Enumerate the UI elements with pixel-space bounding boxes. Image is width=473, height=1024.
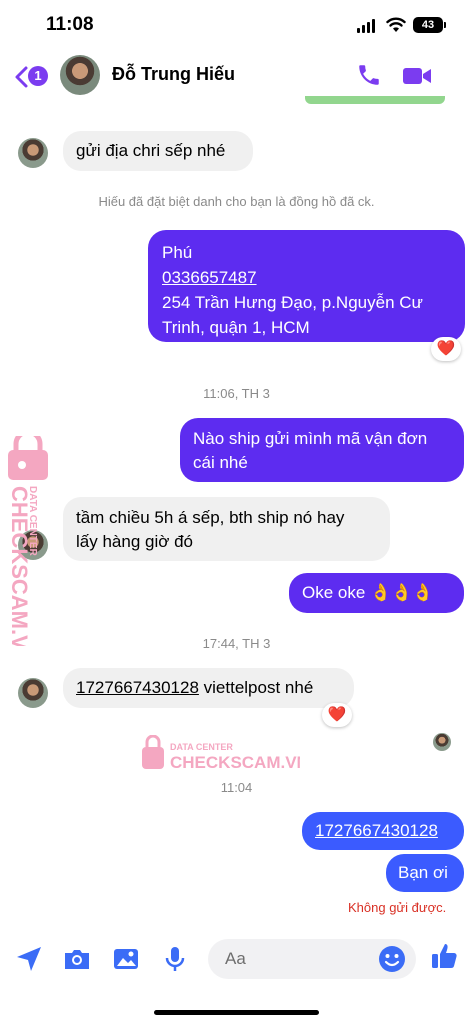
- contact-avatar[interactable]: [60, 55, 100, 95]
- message-bubble-incoming[interactable]: tầm chiều 5h á sếp, bth ship nó hay lấy …: [63, 497, 390, 561]
- sender-avatar[interactable]: [18, 678, 48, 708]
- tracking-code-link[interactable]: 1727667430128: [315, 821, 438, 840]
- message-input-placeholder: Aa: [225, 949, 246, 968]
- timestamp: 11:04: [220, 780, 253, 795]
- checkscam-watermark-center: DATA CENTER CHECKSCAM.VN: [142, 735, 300, 772]
- microphone-icon[interactable]: [160, 944, 190, 974]
- address-phone-link[interactable]: 0336657487: [162, 265, 451, 290]
- svg-text:CHECKSCAM.VN: CHECKSCAM.VN: [170, 753, 300, 772]
- camera-icon[interactable]: [62, 944, 92, 974]
- location-arrow-icon[interactable]: [14, 944, 44, 974]
- home-indicator: [154, 1010, 319, 1015]
- svg-text:DATA CENTER: DATA CENTER: [27, 486, 38, 557]
- address-name: Phú: [162, 243, 193, 262]
- message-bubble-outgoing[interactable]: Nào ship gửi mình mã vận đơn cái nhé: [180, 418, 464, 482]
- heart-reaction[interactable]: ❤️: [431, 337, 461, 361]
- timestamp: 17:44, TH 3: [202, 636, 271, 651]
- message-text: viettelpost nhé: [198, 678, 314, 697]
- message-bubble-outgoing[interactable]: Phú 0336657487 254 Trần Hưng Đạo, p.Nguy…: [148, 230, 465, 342]
- heart-reaction[interactable]: ❤️: [322, 703, 352, 727]
- tracking-code-link[interactable]: 1727667430128: [76, 678, 199, 697]
- message-line: lấy hàng giờ đó: [76, 532, 194, 551]
- message-bubble-incoming[interactable]: 1727667430128 viettelpost nhé: [63, 668, 354, 708]
- system-note: Hiếu đã đặt biệt danh cho bạn là đồng hồ…: [98, 194, 375, 209]
- sender-avatar[interactable]: [18, 138, 48, 168]
- message-line: tầm chiều 5h á sếp, bth ship nó hay: [76, 508, 345, 527]
- gallery-icon[interactable]: [111, 944, 141, 974]
- message-bubble-incoming[interactable]: gửi địa chri sếp nhé: [63, 131, 253, 171]
- message-bubble-outgoing[interactable]: 1727667430128: [302, 812, 464, 850]
- video-camera-icon[interactable]: [402, 65, 432, 87]
- status-time: 11:08: [46, 14, 94, 35]
- phone-icon[interactable]: [356, 62, 382, 88]
- read-receipt-avatar: [433, 733, 451, 751]
- thumbs-up-icon[interactable]: [429, 941, 459, 971]
- message-bubble-outgoing[interactable]: Oke oke 👌👌👌: [289, 573, 464, 613]
- checkscam-watermark-logo: CHECKSCAM.VN DATA CENTER: [7, 436, 48, 646]
- header-decoration: [305, 96, 445, 104]
- message-bubble-outgoing[interactable]: Bạn ơi: [386, 854, 464, 892]
- message-line: cái nhé: [193, 453, 248, 472]
- address-district: Trinh, quận 1, HCM: [162, 318, 310, 337]
- timestamp: 11:06, TH 3: [203, 386, 270, 401]
- message-line: Nào ship gửi mình mã vận đơn: [193, 429, 428, 448]
- wifi-icon: [386, 17, 406, 32]
- svg-text:DATA CENTER: DATA CENTER: [170, 742, 233, 752]
- battery-tip: [444, 22, 446, 28]
- send-error-text[interactable]: Không gửi được.: [348, 900, 446, 915]
- unread-count-badge[interactable]: 1: [28, 66, 48, 86]
- cellular-signal-icon: [357, 19, 377, 33]
- contact-name[interactable]: Đỗ Trung Hiếu: [112, 64, 235, 85]
- battery-icon: 43: [413, 17, 443, 33]
- address-street: 254 Trần Hưng Đạo, p.Nguyễn Cư: [162, 293, 423, 312]
- emoji-icon[interactable]: [377, 944, 407, 974]
